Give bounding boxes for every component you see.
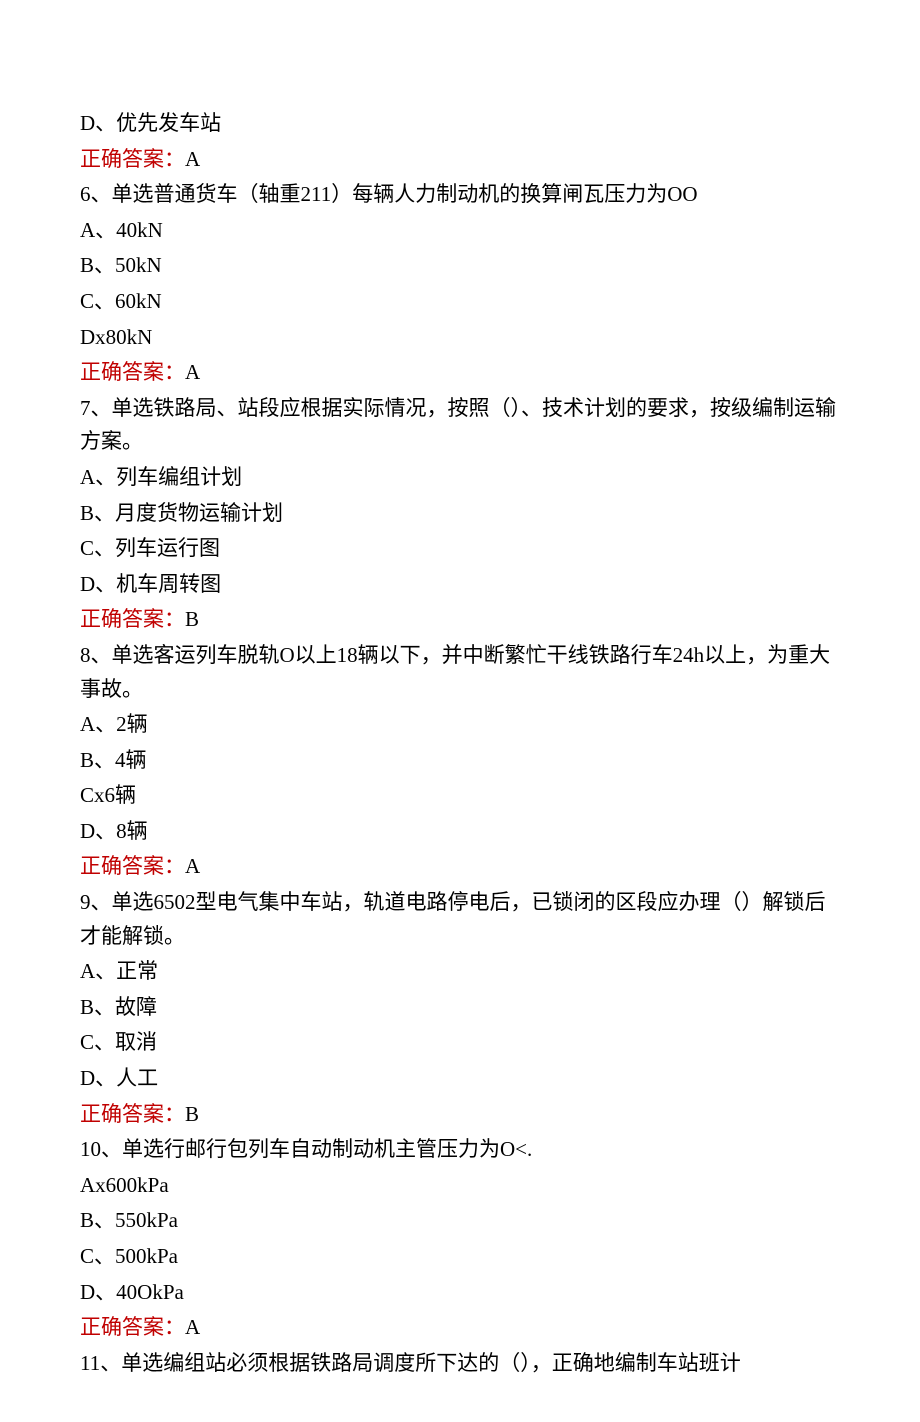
option-text: A、2辆	[80, 708, 840, 742]
answer-value: B	[185, 1102, 199, 1126]
option-text: B、月度货物运输计划	[80, 497, 840, 531]
option-text: D、人工	[80, 1062, 840, 1096]
answer-line: 正确答案：A	[80, 1311, 840, 1345]
answer-line: 正确答案：A	[80, 850, 840, 884]
answer-line: 正确答案：A	[80, 356, 840, 390]
answer-label: 正确答案：	[80, 607, 185, 631]
question-stem: 11、单选编组站必须根据铁路局调度所下达的（），正确地编制车站班计	[80, 1347, 840, 1381]
answer-value: A	[185, 1315, 200, 1339]
answer-line: 正确答案：B	[80, 1098, 840, 1132]
answer-value: A	[185, 854, 200, 878]
option-text: Ax600kPa	[80, 1169, 840, 1203]
option-text: A、列车编组计划	[80, 461, 840, 495]
option-text: D、40OkPa	[80, 1276, 840, 1310]
question-stem: 8、单选客运列车脱轨O以上18辆以下，并中断繁忙干线铁路行车24h以上，为重大事…	[80, 639, 840, 706]
option-text: C、取消	[80, 1026, 840, 1060]
question-stem: 6、单选普通货车（轴重211）每辆人力制动机的换算闸瓦压力为OO	[80, 178, 840, 212]
option-text: Dx80kN	[80, 321, 840, 355]
answer-value: A	[185, 360, 200, 384]
option-text: B、550kPa	[80, 1204, 840, 1238]
option-text: A、正常	[80, 955, 840, 989]
answer-label: 正确答案：	[80, 1315, 185, 1339]
answer-label: 正确答案：	[80, 1102, 185, 1126]
question-stem: 7、单选铁路局、站段应根据实际情况，按照（）、技术计划的要求，按级编制运输方案。	[80, 392, 840, 459]
question-stem: 10、单选行邮行包列车自动制动机主管压力为O<.	[80, 1133, 840, 1167]
answer-label: 正确答案：	[80, 147, 185, 171]
option-text: D、机车周转图	[80, 568, 840, 602]
answer-label: 正确答案：	[80, 360, 185, 384]
option-text: A、40kN	[80, 214, 840, 248]
answer-line: 正确答案：A	[80, 143, 840, 177]
answer-value: B	[185, 607, 199, 631]
document-page: D、优先发车站 正确答案：A 6、单选普通货车（轴重211）每辆人力制动机的换算…	[0, 0, 920, 1422]
answer-value: A	[185, 147, 200, 171]
option-text: D、8辆	[80, 815, 840, 849]
option-text: C、500kPa	[80, 1240, 840, 1274]
question-stem: 9、单选6502型电气集中车站，轨道电路停电后，已锁闭的区段应办理（）解锁后才能…	[80, 886, 840, 953]
option-text: Cx6辆	[80, 779, 840, 813]
answer-label: 正确答案：	[80, 854, 185, 878]
option-text: D、优先发车站	[80, 107, 840, 141]
option-text: C、列车运行图	[80, 532, 840, 566]
option-text: B、50kN	[80, 249, 840, 283]
option-text: B、故障	[80, 991, 840, 1025]
option-text: B、4辆	[80, 744, 840, 778]
answer-line: 正确答案：B	[80, 603, 840, 637]
option-text: C、60kN	[80, 285, 840, 319]
